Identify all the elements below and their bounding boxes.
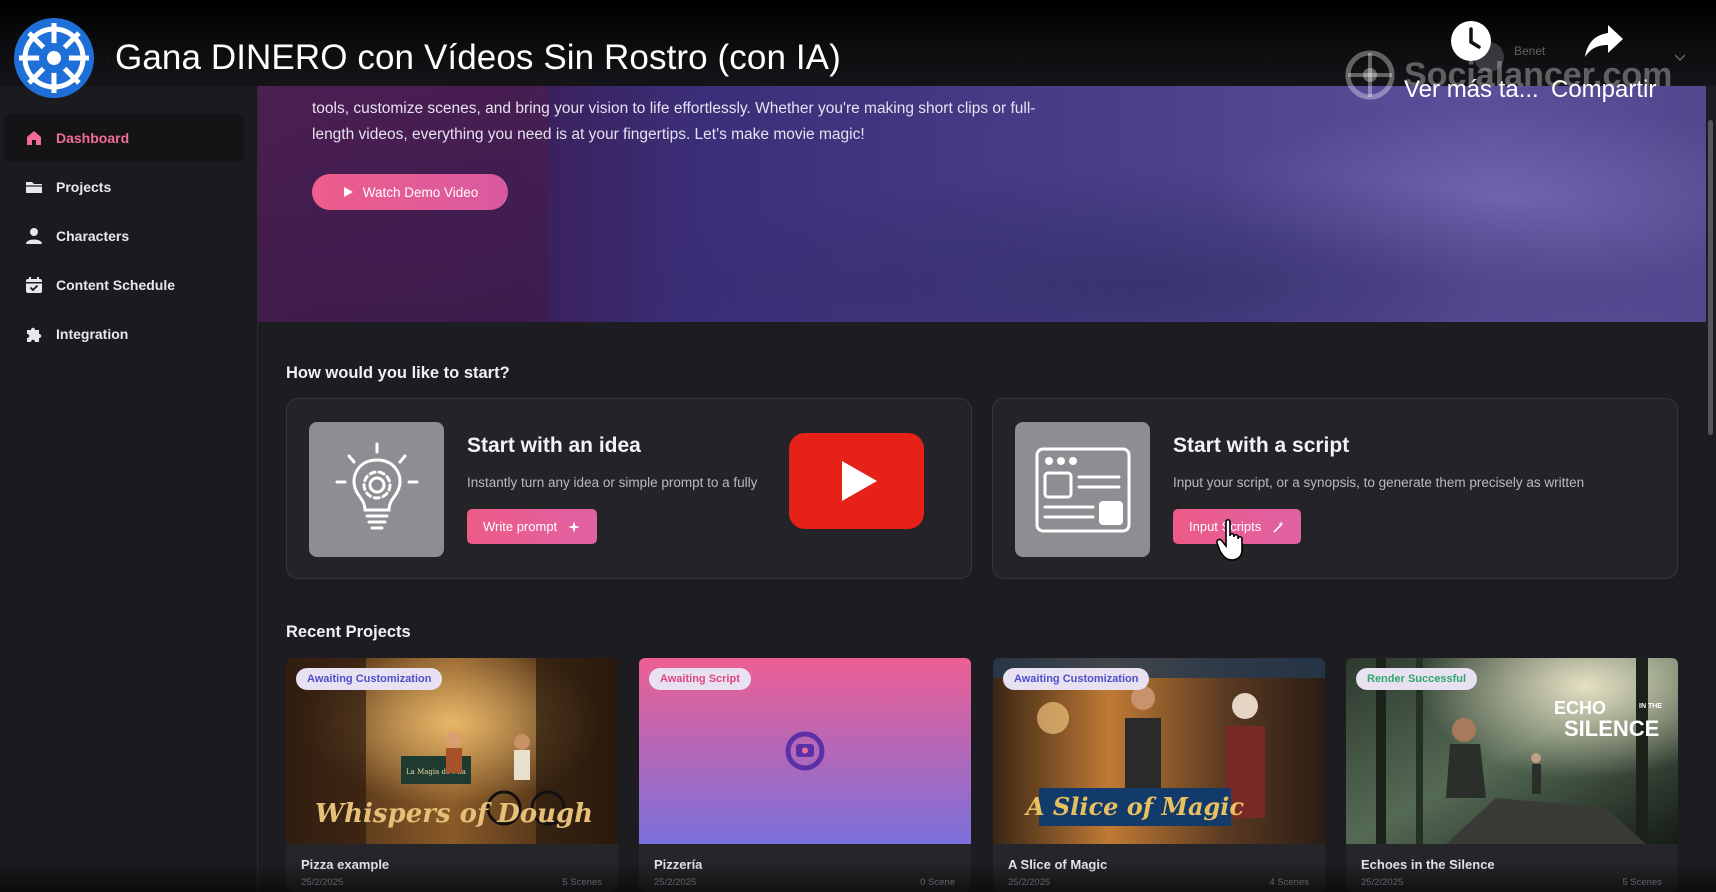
project-date: 25/2/2025 [654, 877, 697, 888]
main-scrollbar[interactable] [1708, 120, 1713, 435]
video-title[interactable]: Gana DINERO con Vídeos Sin Rostro (con I… [115, 38, 841, 78]
sidebar-item-projects[interactable]: Projects [4, 163, 244, 211]
magic-wand-icon [1273, 520, 1285, 533]
thumb-title-text: SILENCE [1564, 716, 1659, 741]
project-date: 25/2/2025 [1361, 877, 1404, 888]
project-scene-count: 4 Scenes [1269, 877, 1309, 888]
sparkle-icon [568, 520, 581, 533]
project-name: Pizza example [301, 857, 390, 872]
sidebar: eRe Dashboard Projects Characters Conten… [0, 0, 258, 892]
app-window: eRe Dashboard Projects Characters Conten… [0, 0, 1716, 892]
project-card-echoes-in-the-silence[interactable]: ECHO IN THE SILENCE Render Successful Ec… [1346, 658, 1678, 892]
puzzle-icon [27, 327, 42, 342]
thumb-title-text: A Slice of Magic [1024, 792, 1244, 821]
project-name: Echoes in the Silence [1361, 857, 1495, 872]
hand-cursor-icon [1216, 518, 1243, 561]
lightbulb-gear-icon [309, 422, 444, 557]
start-script-desc: Input your script, or a synopsis, to gen… [1173, 475, 1585, 490]
project-name: A Slice of Magic [1008, 857, 1108, 872]
watch-later-label: Ver más ta... [1404, 76, 1539, 103]
project-scene-count: 5 Scenes [562, 877, 602, 888]
sidebar-item-label: Characters [56, 228, 130, 244]
thumb-title-text: ECHO [1554, 698, 1606, 718]
share-arrow-icon [1584, 25, 1623, 57]
status-badge: Awaiting Script [649, 668, 751, 690]
project-scene-count: 5 Scenes [1622, 877, 1662, 888]
thumb-title-text: Whispers of Dough [315, 799, 593, 829]
thumb-title-text: IN THE [1639, 703, 1662, 710]
sidebar-item-characters[interactable]: Characters [4, 212, 244, 260]
hero-text: tools, customize scenes, and bring your … [312, 100, 1036, 143]
write-prompt-label: Write prompt [483, 519, 558, 534]
chevron-down-icon [1674, 54, 1686, 62]
folder-icon [26, 182, 42, 193]
status-badge: Awaiting Customization [1003, 668, 1150, 690]
user-icon [26, 228, 42, 244]
start-idea-title: Start with an idea [467, 434, 641, 457]
share-button[interactable]: Compartir [1551, 20, 1656, 104]
project-scene-count: 0 Scene [920, 877, 955, 888]
status-badge: Render Successful [1356, 668, 1478, 690]
watch-demo-label: Watch Demo Video [362, 184, 479, 200]
start-script-card[interactable]: Start with a script Input your script, o… [992, 398, 1678, 579]
project-card-pizza-example[interactable]: La Magia de Mia Whispers of Dough Awaiti… [286, 658, 618, 892]
share-label: Compartir [1551, 76, 1657, 103]
sidebar-item-content-schedule[interactable]: Content Schedule [4, 261, 244, 309]
calendar-icon [26, 277, 42, 293]
sidebar-item-dashboard[interactable]: Dashboard [4, 114, 244, 162]
start-heading: How would you like to start? [286, 364, 510, 382]
project-card-a-slice-of-magic[interactable]: A Slice of Magic Awaiting Customization … [993, 658, 1325, 892]
home-icon [27, 131, 41, 145]
sidebar-item-label: Dashboard [56, 130, 130, 146]
project-name: Pizzería [654, 857, 703, 872]
project-date: 25/2/2025 [1008, 877, 1051, 888]
watch-later-button[interactable]: Ver más ta... [1404, 20, 1539, 104]
play-icon [343, 187, 353, 197]
youtube-play-icon[interactable] [789, 433, 924, 529]
channel-logo-icon[interactable] [13, 17, 95, 99]
write-prompt-button[interactable]: Write prompt [467, 509, 598, 544]
project-card-pizzeria[interactable]: Awaiting Script Pizzería 25/2/2025 0 Sce… [639, 658, 971, 892]
sidebar-item-label: Integration [56, 326, 129, 342]
watch-demo-button[interactable]: Watch Demo Video [312, 174, 508, 210]
start-script-title: Start with a script [1173, 434, 1350, 457]
script-document-icon [1015, 422, 1150, 557]
status-badge: Awaiting Customization [296, 668, 443, 690]
sidebar-nav: Dashboard Projects Characters Content Sc… [4, 114, 244, 359]
hero-banner: tools, customize scenes, and bring your … [258, 86, 1706, 322]
watermark-logo-icon [1345, 50, 1395, 100]
recent-projects-heading: Recent Projects [286, 623, 411, 641]
main-content: tools, customize scenes, and bring your … [258, 0, 1716, 892]
sidebar-item-label: Projects [56, 179, 112, 195]
start-idea-desc: Instantly turn any idea or simple prompt… [467, 475, 758, 490]
project-date: 25/2/2025 [301, 877, 344, 888]
video-top-bar: Gana DINERO con Vídeos Sin Rostro (con I… [0, 0, 1716, 103]
sidebar-item-label: Content Schedule [56, 277, 176, 293]
sidebar-item-integration[interactable]: Integration [4, 310, 244, 358]
clock-icon [1451, 21, 1492, 61]
